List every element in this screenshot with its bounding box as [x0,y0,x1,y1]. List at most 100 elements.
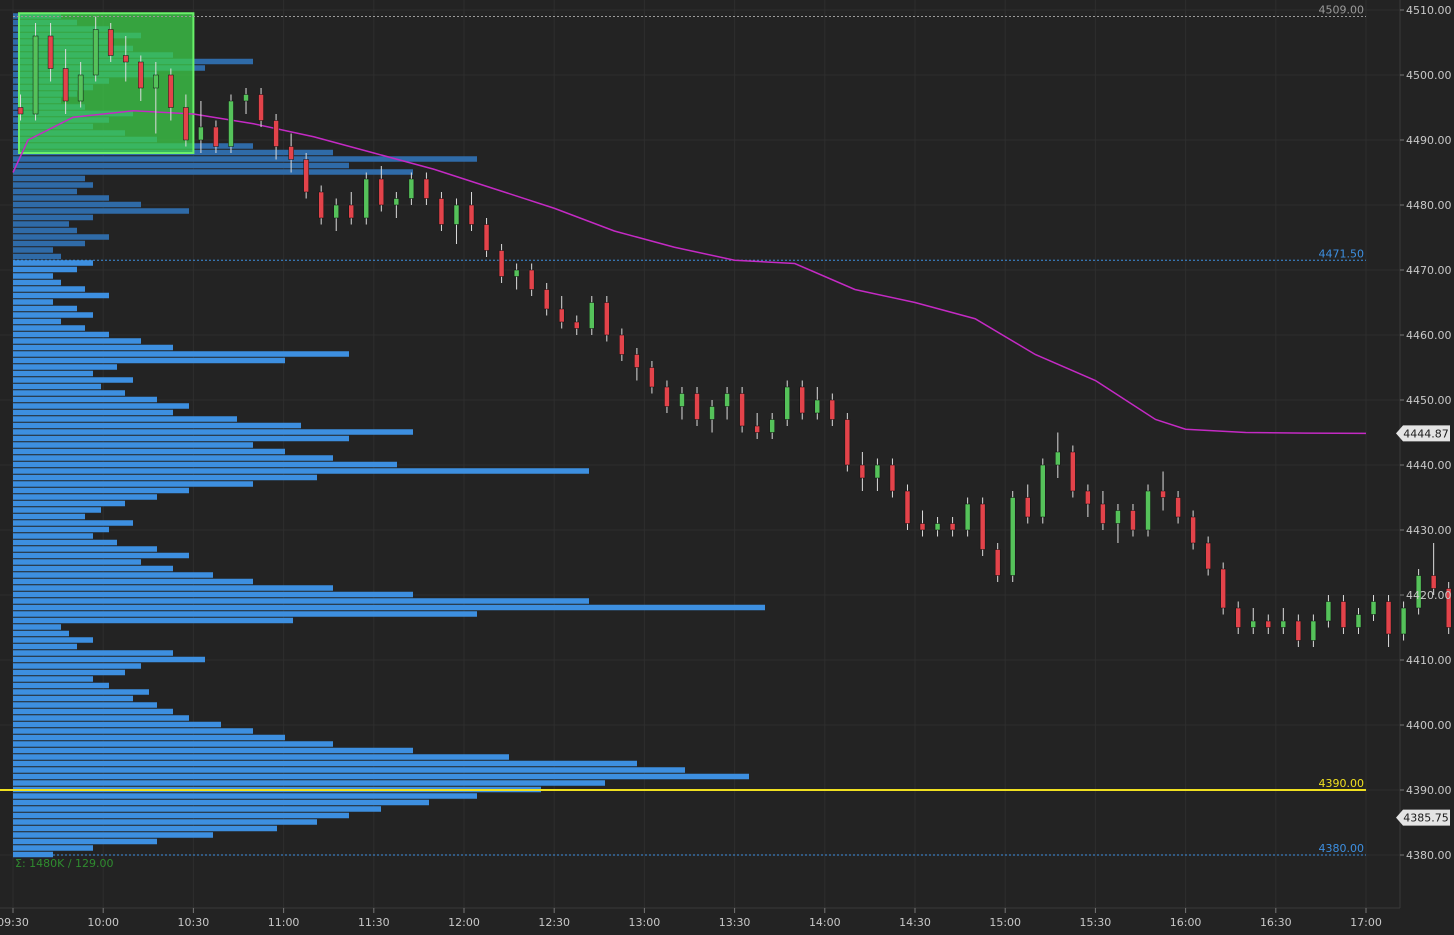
volume-profile-bar [13,240,85,247]
volume-profile-bar [13,182,93,188]
price-axis[interactable]: 4510.00 4500.00 4490.00 4480.00 4470.00 4460.… [1399,0,1452,908]
time-axis-label: 10:00 [87,916,119,929]
candle-down [138,61,144,89]
candle-down [649,367,655,388]
volume-profile-bar [13,357,285,364]
volume-profile-bar [13,513,85,520]
candle-up [1115,510,1121,524]
candle-down [1025,497,1031,518]
volume-profile-bar [13,318,61,325]
volume-profile-bar [13,474,317,481]
candle-up [1280,620,1287,628]
price-axis-label: 4460.00 [1406,329,1452,342]
volume-profile-bar [13,422,301,429]
candle-down [844,419,851,466]
volume-profile-bar [13,299,53,305]
candle-up [1310,620,1317,641]
volume-profile-bar [13,312,93,318]
candle-down [62,68,69,102]
chart-canvas[interactable]: 4509.00 4471.50 4390.00 4380.00 Σ: 1480K… [0,0,1454,931]
candle-down [889,464,896,492]
candle-up [1355,614,1362,628]
time-axis-label: 10:30 [178,916,210,929]
volume-profile-bar [13,214,93,221]
volume-profile-bar [13,448,285,455]
volume-profile-bar [13,754,509,760]
volume-profile-bar [13,565,173,572]
candle-down [904,490,911,524]
candle-up [1009,497,1016,576]
candle-up [408,178,415,199]
candle-down [859,464,866,479]
time-axis-label: 15:00 [989,916,1021,929]
candle-up [243,94,249,102]
volume-profile-bar [13,546,157,552]
volume-profile-bar [13,663,141,669]
candle-down [919,523,926,531]
candle-up [874,464,881,479]
trading-chart[interactable]: 4509.00 4471.50 4390.00 4380.00 Σ: 1480K… [0,0,1454,931]
candle-down [1175,497,1181,518]
candle-down [468,204,475,225]
candle-down [348,204,354,219]
candle-up [1040,464,1046,518]
volume-profile-bar [13,396,157,403]
price-axis-label: 4410.00 [1406,654,1452,667]
candle-up [769,419,775,433]
time-axis-label: 11:30 [358,916,390,929]
candle-down [183,107,189,141]
volume-profile-bar [13,637,93,643]
time-axis-label: 13:30 [719,916,751,929]
candle-up [1325,601,1332,622]
candle-down [1340,601,1347,628]
candle-down [438,198,445,225]
volume-profile-bar [13,377,133,383]
candle-up [709,406,715,420]
volume-profile-bar [13,286,85,292]
candle-down [994,549,1001,576]
time-axis[interactable]: 09:30 10:00 10:30 11:00 11:30 12:00 12:30 13:00… [0,907,1400,929]
volume-profile-bar [13,208,189,214]
volume-profile-bar [13,585,333,591]
volume-profile-bar [13,845,93,851]
volume-profile-bar [13,767,685,773]
candle-down [829,399,836,420]
volume-profile-bar [13,832,213,838]
volume-profile-bar [13,559,141,565]
volume-profile-bar [13,455,333,461]
volume-profile-bar [13,507,101,513]
candle-down [498,250,505,277]
candle-down [574,321,580,329]
candle-up [228,100,234,147]
candle-up [784,386,790,420]
volume-profile-bar [13,617,293,624]
volume-profile-bar [13,364,117,370]
candle-down [423,178,430,199]
volume-profile-bar [13,715,189,721]
candle-up [724,393,730,407]
volume-profile-bar [13,728,253,734]
volume-profile-bar [13,162,349,169]
candle-down [1070,451,1076,492]
time-axis-label: 12:30 [538,916,570,929]
volume-profile-bar [13,760,637,767]
candle-up [453,204,460,225]
candle-down [754,425,760,433]
poc-level-label: 4390.00 [1319,777,1365,790]
candle-up [964,503,971,531]
volume-profile-bar [13,689,149,695]
volume-profile-bar [13,344,173,351]
candle-up [1145,490,1151,531]
volume-profile-bar [13,500,125,507]
volume-profile-bar [13,741,333,747]
time-axis-label: 14:30 [899,916,931,929]
volume-profile-bar [13,682,109,689]
volume-profile-bar [13,825,277,832]
volume-profile-bar [13,702,157,708]
candle-up [32,35,39,115]
time-axis-label: 14:00 [809,916,841,929]
candle-down [1265,620,1272,628]
candle-down [213,126,219,147]
candle-down [1430,575,1437,589]
candle-down [288,146,294,160]
